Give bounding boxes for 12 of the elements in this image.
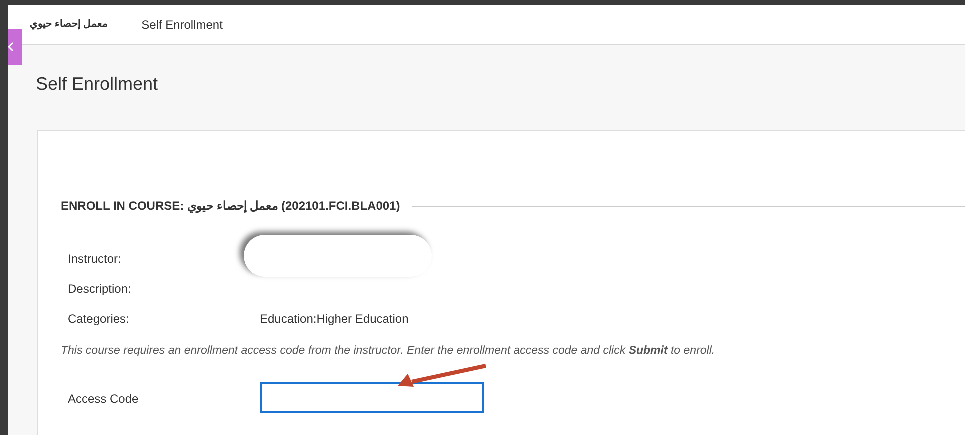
breadcrumb-link[interactable]: Self Enrollment — [142, 16, 223, 34]
field-label: Description: — [68, 281, 132, 298]
chevron-left-icon — [8, 42, 14, 52]
field-label: Instructor: — [68, 251, 122, 268]
field-label: Categories: — [68, 311, 130, 328]
field-value: Education:Higher Education — [260, 311, 409, 328]
collapse-tab[interactable] — [8, 29, 22, 65]
breadcrumb-link[interactable]: معمل إحصاء حيوي — [30, 17, 108, 32]
page-title: Self Enrollment — [36, 73, 158, 96]
field-label: Access Code — [68, 390, 140, 408]
instructions-text: This course requires an enrollment access code from the instructor. Enter the enrollment access code and click Submit to enroll. — [61, 344, 716, 359]
access-code-field[interactable] — [260, 382, 484, 414]
